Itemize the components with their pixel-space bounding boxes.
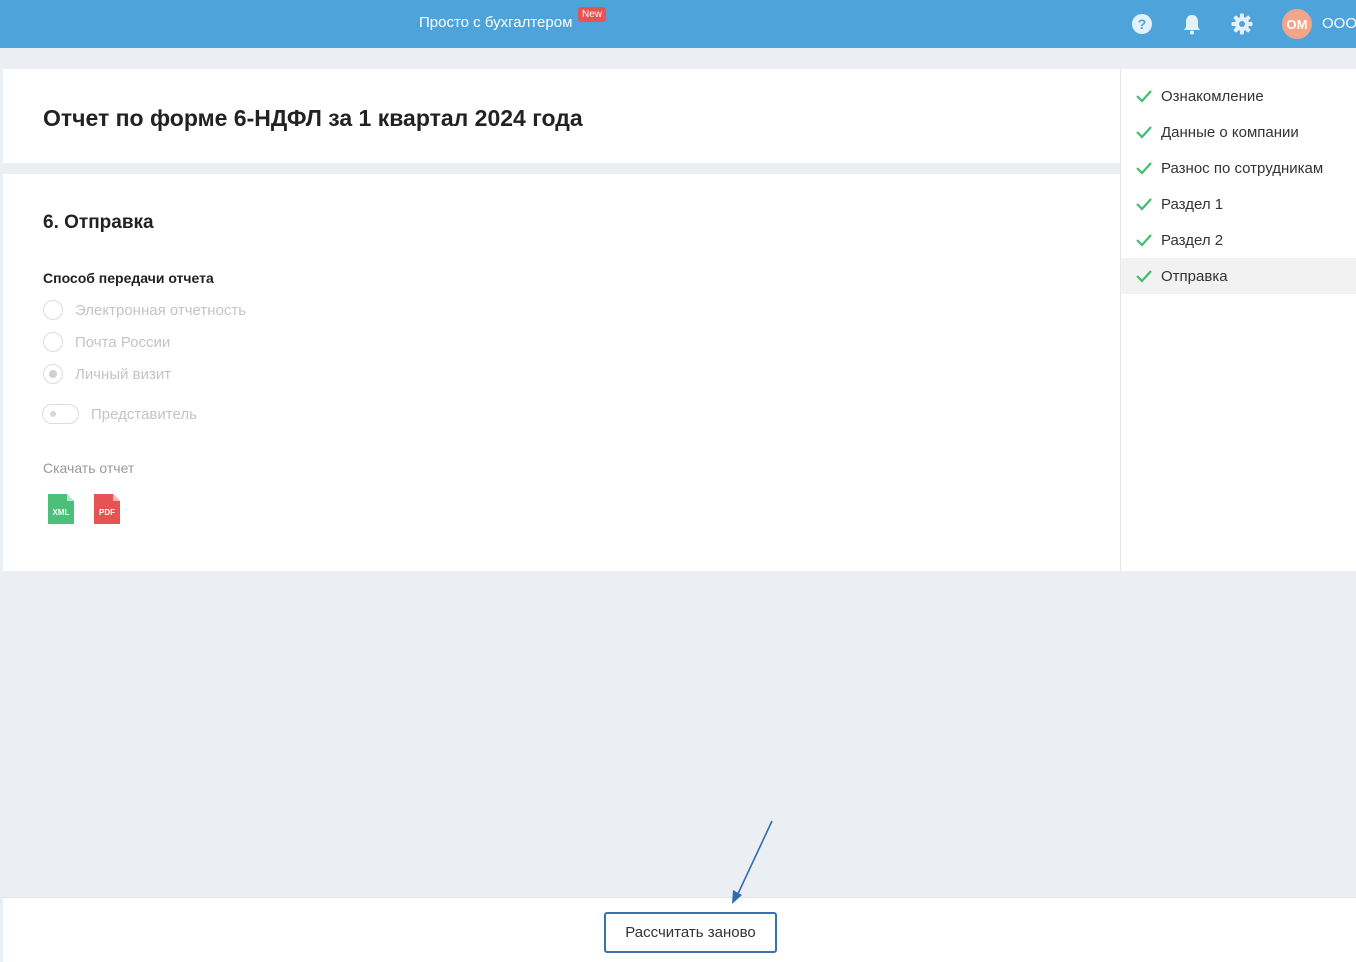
step-section-2[interactable]: Раздел 2 [1121,222,1356,258]
file-type-label: XML [53,508,70,517]
help-icon[interactable]: ? [1130,12,1154,36]
check-icon [1136,234,1152,247]
toggle-knob [50,411,56,417]
step-label: Разнос по сотрудникам [1161,159,1324,177]
check-icon [1136,126,1152,139]
radio-circle[interactable] [43,300,63,320]
toggle-label: Представитель [91,405,197,423]
step-label: Отправка [1161,267,1228,285]
avatar[interactable]: ОМ [1282,9,1312,39]
new-badge: New [578,7,607,22]
check-icon [1136,90,1152,103]
section-title: 6. Отправка [43,212,154,233]
gear-icon[interactable] [1230,12,1254,36]
transfer-method-label: Способ передачи отчета [43,270,214,286]
radio-personal-visit[interactable]: Личный визит [43,364,171,384]
radio-post[interactable]: Почта России [43,332,170,352]
step-label: Раздел 2 [1161,231,1224,249]
steps-sidebar: Ознакомление Данные о компании Разнос по… [1120,69,1356,571]
radio-label: Личный визит [75,365,172,383]
step-section-1[interactable]: Раздел 1 [1121,186,1356,222]
recalculate-button[interactable]: Рассчитать заново [604,912,777,953]
toggle-switch[interactable] [42,404,79,424]
step-label: Данные о компании [1161,123,1299,141]
org-name[interactable]: ООО [1322,15,1356,32]
step-send[interactable]: Отправка [1121,258,1356,294]
check-icon [1136,162,1152,175]
step-label: Ознакомление [1161,87,1264,105]
top-bar: Просто с бухгалтером New ? ОМ ООО [0,0,1356,48]
step-intro[interactable]: Ознакомление [1121,78,1356,114]
check-icon [1136,270,1152,283]
radio-label: Электронная отчетность [75,301,247,319]
annotation-arrow-icon [732,820,773,904]
radio-electronic[interactable]: Электронная отчетность [43,300,246,320]
radio-circle[interactable] [43,332,63,352]
send-section: 6. Отправка Способ передачи отчета Элект… [3,174,1120,571]
step-label: Раздел 1 [1161,195,1224,213]
page-title: Отчет по форме 6-НДФЛ за 1 квартал 2024 … [43,105,583,131]
svg-text:?: ? [1138,16,1147,32]
radio-label: Почта России [75,333,171,351]
bell-icon[interactable] [1180,12,1204,36]
pdf-file-icon[interactable]: PDF [94,494,120,524]
representative-toggle[interactable]: Представитель [42,404,197,424]
title-card: Отчет по форме 6-НДФЛ за 1 квартал 2024 … [3,69,1120,163]
radio-circle[interactable] [43,364,63,384]
step-employees[interactable]: Разнос по сотрудникам [1121,150,1356,186]
step-company-data[interactable]: Данные о компании [1121,114,1356,150]
check-icon [1136,198,1152,211]
promo-link[interactable]: Просто с бухгалтером [419,14,572,31]
file-type-label: PDF [99,508,115,517]
xml-file-icon[interactable]: XML [48,494,74,524]
download-label: Скачать отчет [43,460,135,476]
